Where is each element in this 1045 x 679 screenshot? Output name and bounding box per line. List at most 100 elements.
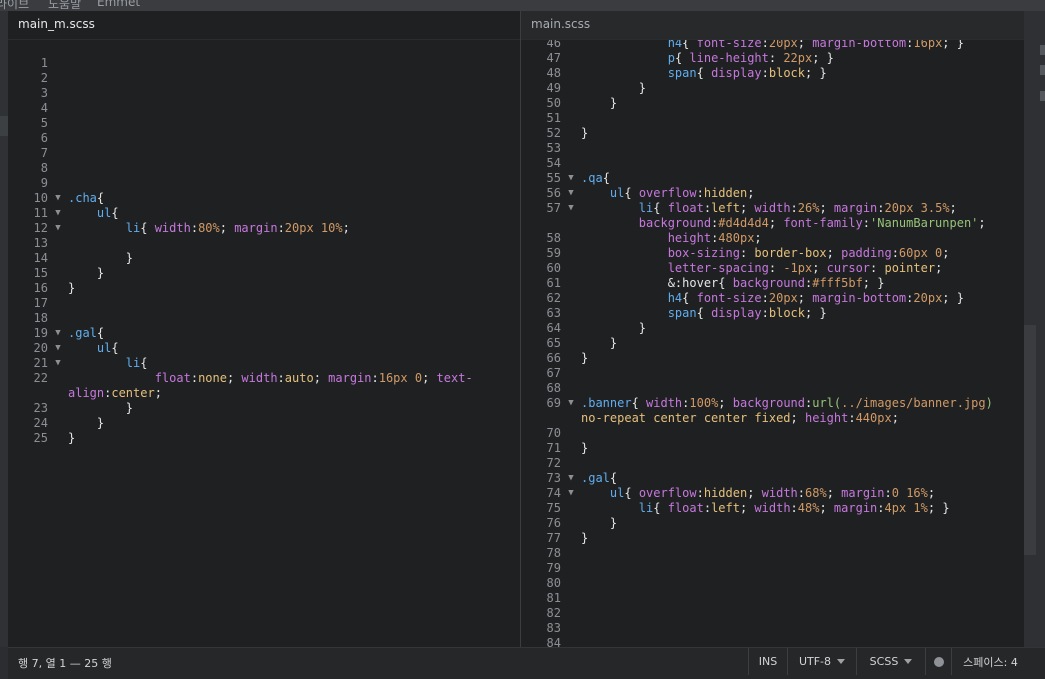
code-line[interactable]: 5: [8, 116, 520, 131]
editor-pane-right[interactable]: 46 h4{ font-size:20px; margin-bottom:16p…: [521, 11, 1024, 647]
line-text[interactable]: li{ width:80%; margin:20px 10%;: [68, 221, 520, 236]
code-line[interactable]: 7: [8, 146, 520, 161]
code-line[interactable]: 25}: [8, 431, 520, 446]
line-number[interactable]: 21: [8, 356, 48, 371]
line-text[interactable]: [68, 131, 520, 146]
code-line[interactable]: 20 ▼ ul{: [8, 341, 520, 356]
code-line[interactable]: 2: [8, 71, 520, 86]
code-line[interactable]: 67: [521, 366, 1024, 381]
tab-main-m-scss[interactable]: main_m.scss: [8, 11, 520, 40]
code-line[interactable]: 23 }: [8, 401, 520, 416]
line-number[interactable]: 72: [521, 456, 561, 471]
code-line[interactable]: 18: [8, 311, 520, 326]
line-number[interactable]: 10: [8, 191, 48, 206]
line-number[interactable]: 13: [8, 236, 48, 251]
fold-arrow-icon[interactable]: ▼: [48, 221, 68, 236]
line-number[interactable]: 15: [8, 266, 48, 281]
line-text[interactable]: .gal{: [68, 326, 520, 341]
line-text[interactable]: [581, 591, 1024, 606]
line-text[interactable]: span{ display:block; }: [581, 306, 1024, 321]
fold-arrow-icon[interactable]: ▼: [561, 471, 581, 486]
scrollbar[interactable]: [1024, 11, 1045, 647]
code-line[interactable]: 55 ▼ .qa{: [521, 171, 1024, 186]
line-number[interactable]: 50: [521, 96, 561, 111]
line-text[interactable]: letter-spacing: -1px; cursor: pointer;: [581, 261, 1024, 276]
code-line[interactable]: 53: [521, 141, 1024, 156]
code-line[interactable]: 8: [8, 161, 520, 176]
line-text[interactable]: [581, 381, 1024, 396]
code-line[interactable]: 66}: [521, 351, 1024, 366]
tab-main-scss[interactable]: main.scss: [521, 11, 1024, 40]
menu-item-emmet[interactable]: Emmet: [97, 0, 140, 9]
line-number[interactable]: 69: [521, 396, 561, 426]
line-text[interactable]: }: [581, 81, 1024, 96]
line-text[interactable]: }: [68, 281, 520, 296]
line-number[interactable]: 81: [521, 591, 561, 606]
line-text[interactable]: [581, 366, 1024, 381]
line-number[interactable]: 52: [521, 126, 561, 141]
line-number[interactable]: 20: [8, 341, 48, 356]
code-line[interactable]: 9: [8, 176, 520, 191]
code-line[interactable]: 82: [521, 606, 1024, 621]
line-number[interactable]: 82: [521, 606, 561, 621]
line-text[interactable]: li{ float:left; width:48%; margin:4px 1%…: [581, 501, 1024, 516]
code-line[interactable]: 70: [521, 426, 1024, 441]
code-line[interactable]: 16}: [8, 281, 520, 296]
line-text[interactable]: height:480px;: [581, 231, 1024, 246]
code-line[interactable]: 76 }: [521, 516, 1024, 531]
code-line[interactable]: 65 }: [521, 336, 1024, 351]
line-number[interactable]: 73: [521, 471, 561, 486]
line-text[interactable]: [68, 71, 520, 86]
fold-arrow-icon[interactable]: ▼: [561, 486, 581, 501]
code-line[interactable]: 15 }: [8, 266, 520, 281]
scrollbar-thumb[interactable]: [1024, 325, 1036, 555]
line-text[interactable]: p{ line-height: 22px; }: [581, 51, 1024, 66]
code-line[interactable]: 22 float:none; width:auto; margin:16px 0…: [8, 371, 520, 401]
line-text[interactable]: span{ display:block; }: [581, 66, 1024, 81]
line-number[interactable]: 67: [521, 366, 561, 381]
code-line[interactable]: 57 ▼ li{ float:left; width:26%; margin:20…: [521, 201, 1024, 231]
line-number[interactable]: 77: [521, 531, 561, 546]
code-line[interactable]: 6: [8, 131, 520, 146]
cursor-position[interactable]: 행 7, 열 1 — 25 행: [18, 655, 112, 671]
line-number[interactable]: 61: [521, 276, 561, 291]
line-number[interactable]: 63: [521, 306, 561, 321]
code-line[interactable]: 60 letter-spacing: -1px; cursor: pointer…: [521, 261, 1024, 276]
line-number[interactable]: 79: [521, 561, 561, 576]
code-line[interactable]: 77}: [521, 531, 1024, 546]
line-text[interactable]: [68, 311, 520, 326]
line-number[interactable]: 65: [521, 336, 561, 351]
code-line[interactable]: 58 height:480px;: [521, 231, 1024, 246]
code-line[interactable]: 24 }: [8, 416, 520, 431]
line-number[interactable]: 2: [8, 71, 48, 86]
line-text[interactable]: }: [581, 351, 1024, 366]
editor-pane-left[interactable]: main_m.scss 1 2 3 4 5 6 7 8 9 10 ▼ .cha{11 ▼ ul{12 ▼ …: [8, 11, 520, 647]
fold-arrow-icon[interactable]: ▼: [48, 191, 68, 206]
code-line[interactable]: 48 span{ display:block; }: [521, 66, 1024, 81]
code-line[interactable]: 68: [521, 381, 1024, 396]
line-text[interactable]: [581, 621, 1024, 636]
line-number[interactable]: 58: [521, 231, 561, 246]
line-text[interactable]: [581, 426, 1024, 441]
code-line[interactable]: 11 ▼ ul{: [8, 206, 520, 221]
line-text[interactable]: [68, 116, 520, 131]
code-line[interactable]: 4: [8, 101, 520, 116]
line-text[interactable]: [68, 101, 520, 116]
lint-status[interactable]: [925, 648, 951, 675]
code-line[interactable]: 14 }: [8, 251, 520, 266]
line-text[interactable]: &:hover{ background:#fff5bf; }: [581, 276, 1024, 291]
line-text[interactable]: .qa{: [581, 171, 1024, 186]
language-select[interactable]: SCSS: [856, 648, 925, 675]
code-line[interactable]: 71}: [521, 441, 1024, 456]
line-number[interactable]: 16: [8, 281, 48, 296]
line-text[interactable]: }: [581, 336, 1024, 351]
line-number[interactable]: 7: [8, 146, 48, 161]
line-number[interactable]: 83: [521, 621, 561, 636]
fold-arrow-icon[interactable]: ▼: [561, 171, 581, 186]
line-text[interactable]: [68, 161, 520, 176]
line-number[interactable]: 60: [521, 261, 561, 276]
line-text[interactable]: }: [68, 266, 520, 281]
line-number[interactable]: 19: [8, 326, 48, 341]
line-number[interactable]: 4: [8, 101, 48, 116]
code-line[interactable]: 78: [521, 546, 1024, 561]
